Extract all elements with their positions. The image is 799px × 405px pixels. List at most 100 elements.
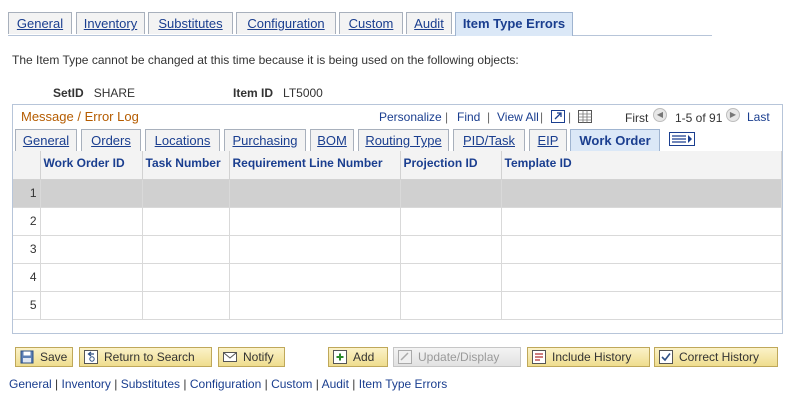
row-number: 5	[13, 291, 41, 320]
item-id-field: Item ID LT5000	[233, 86, 323, 100]
requirement-line-cell	[229, 179, 401, 208]
footer-link-substitutes[interactable]: Substitutes	[121, 377, 180, 391]
row-number: 4	[13, 263, 41, 292]
row-number: 3	[13, 235, 41, 264]
add-button[interactable]: Add	[328, 347, 388, 367]
return-arrow-icon	[84, 350, 98, 364]
footer-link-audit[interactable]: Audit	[322, 377, 349, 391]
row-number: 2	[13, 207, 41, 236]
projection-id-cell	[400, 291, 502, 320]
zoom-icon[interactable]	[551, 110, 565, 123]
correct-history-button[interactable]: Correct History	[654, 347, 778, 367]
projection-id-cell	[400, 263, 502, 292]
tab-configuration[interactable]: Configuration	[236, 12, 336, 34]
grid-title: Message / Error Log	[21, 109, 139, 124]
grid-tab-strip: General Orders Locations Purchasing BOM …	[15, 129, 780, 151]
update-display-icon	[398, 350, 412, 364]
work-order-table: Work Order ID Task Number Requirement Li…	[13, 151, 782, 320]
row-number-header	[13, 151, 41, 180]
column-header-template-id[interactable]: Template ID	[501, 151, 782, 180]
footer-link-item-type-errors[interactable]: Item Type Errors	[359, 377, 447, 391]
save-button[interactable]: Save	[15, 347, 73, 367]
projection-id-cell	[400, 179, 502, 208]
item-id-value: LT5000	[283, 86, 323, 100]
template-id-cell	[501, 291, 782, 320]
column-header-task-number[interactable]: Task Number	[142, 151, 230, 180]
update-display-button[interactable]: Update/Display	[393, 347, 521, 367]
include-history-button[interactable]: Include History	[527, 347, 650, 367]
setid-field: SetID SHARE	[53, 86, 135, 100]
work-order-id-cell	[40, 179, 143, 208]
template-id-cell	[501, 179, 782, 208]
personalize-link[interactable]: Personalize	[379, 110, 442, 124]
table-row[interactable]: 1	[13, 179, 782, 208]
template-id-cell	[501, 235, 782, 264]
tab-substitutes[interactable]: Substitutes	[148, 12, 233, 34]
requirement-line-cell	[229, 207, 401, 236]
work-order-id-cell	[40, 291, 143, 320]
task-number-cell	[142, 235, 230, 264]
grid-tab-eip[interactable]: EIP	[529, 129, 567, 151]
tab-inventory[interactable]: Inventory	[76, 12, 145, 34]
first-label[interactable]: First	[625, 111, 648, 125]
previous-icon[interactable]: ◀	[653, 108, 667, 122]
footer-link-configuration[interactable]: Configuration	[190, 377, 261, 391]
include-history-icon	[532, 350, 546, 364]
footer-links: General | Inventory | Substitutes | Conf…	[9, 377, 448, 391]
work-order-id-cell	[40, 263, 143, 292]
last-link[interactable]: Last	[747, 110, 770, 124]
grid-tab-pid-task[interactable]: PID/Task	[453, 129, 525, 151]
grid-tab-orders[interactable]: Orders	[81, 129, 141, 151]
grid-tab-work-order[interactable]: Work Order	[570, 129, 660, 151]
item-id-label: Item ID	[233, 86, 274, 100]
spreadsheet-icon[interactable]	[578, 110, 592, 123]
setid-value: SHARE	[93, 86, 136, 100]
next-icon[interactable]: ▶	[726, 108, 740, 122]
separator: |	[540, 110, 544, 124]
table-row[interactable]: 3	[13, 235, 782, 264]
grid-tab-locations[interactable]: Locations	[145, 129, 220, 151]
find-link[interactable]: Find	[457, 110, 480, 124]
work-order-id-cell	[40, 235, 143, 264]
task-number-cell	[142, 291, 230, 320]
footer-link-custom[interactable]: Custom	[271, 377, 312, 391]
table-row[interactable]: 2	[13, 207, 782, 236]
template-id-cell	[501, 207, 782, 236]
return-to-search-button[interactable]: Return to Search	[79, 347, 212, 367]
table-row[interactable]: 4	[13, 263, 782, 292]
task-number-cell	[142, 207, 230, 236]
separator: |	[487, 110, 491, 124]
grid-tab-routing-type[interactable]: Routing Type	[358, 129, 449, 151]
footer-link-general[interactable]: General	[9, 377, 52, 391]
view-all-link[interactable]: View All	[497, 110, 539, 124]
grid-tab-bom[interactable]: BOM	[310, 129, 354, 151]
tab-general[interactable]: General	[8, 12, 72, 34]
column-header-work-order-id[interactable]: Work Order ID	[40, 151, 143, 180]
floppy-disk-icon	[20, 350, 34, 364]
add-icon	[333, 350, 347, 364]
task-number-cell	[142, 263, 230, 292]
column-header-requirement-line-number[interactable]: Requirement Line Number	[229, 151, 401, 180]
notify-button[interactable]: Notify	[218, 347, 285, 367]
row-range: 1-5 of 91	[675, 111, 723, 125]
tab-custom[interactable]: Custom	[339, 12, 403, 34]
show-all-columns-icon[interactable]	[669, 132, 695, 146]
work-order-id-cell	[40, 207, 143, 236]
top-tab-strip: General Inventory Substitutes Configurat…	[8, 12, 712, 36]
footer-link-inventory[interactable]: Inventory	[62, 377, 111, 391]
requirement-line-cell	[229, 235, 401, 264]
projection-id-cell	[400, 235, 502, 264]
table-header-row: Work Order ID Task Number Requirement Li…	[13, 151, 782, 180]
requirement-line-cell	[229, 263, 401, 292]
column-header-projection-id[interactable]: Projection ID	[400, 151, 502, 180]
notify-envelope-icon	[223, 350, 237, 364]
info-message: The Item Type cannot be changed at this …	[12, 53, 519, 67]
tab-audit[interactable]: Audit	[406, 12, 452, 34]
setid-label: SetID	[53, 86, 84, 100]
grid-tab-general[interactable]: General	[15, 129, 77, 151]
projection-id-cell	[400, 207, 502, 236]
message-error-log-grid: Message / Error Log Personalize | Find |…	[12, 104, 783, 334]
table-row[interactable]: 5	[13, 291, 782, 320]
tab-item-type-errors[interactable]: Item Type Errors	[455, 12, 573, 36]
grid-tab-purchasing[interactable]: Purchasing	[224, 129, 306, 151]
